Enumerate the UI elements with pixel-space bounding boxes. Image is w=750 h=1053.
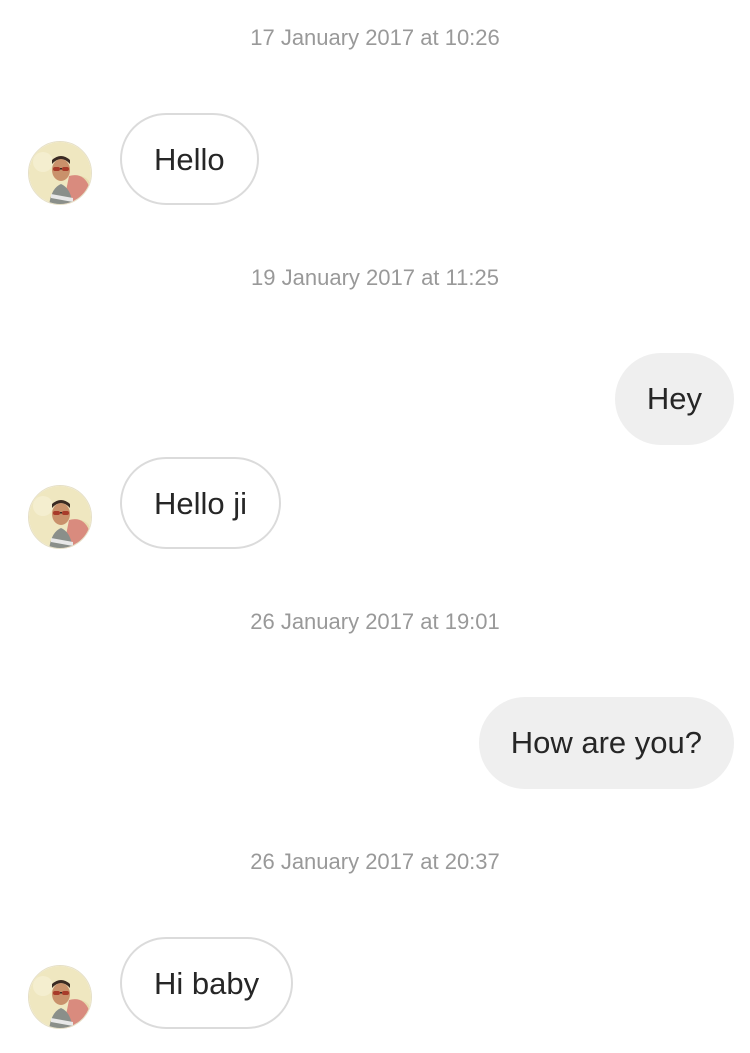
- message-row-incoming: Hello: [0, 113, 750, 205]
- avatar-photo-icon: [29, 486, 91, 548]
- message-thread[interactable]: 17 January 2017 at 10:26 Hello 19 Januar…: [0, 0, 750, 1053]
- message-row-incoming: Hello ji: [0, 457, 750, 549]
- sender-avatar[interactable]: [28, 965, 92, 1029]
- timestamp: 26 January 2017 at 19:01: [250, 609, 500, 634]
- message-bubble[interactable]: Hi baby: [120, 937, 294, 1029]
- sender-avatar[interactable]: [28, 485, 92, 549]
- avatar-photo-icon: [29, 142, 91, 204]
- message-bubble[interactable]: Hey: [614, 353, 734, 445]
- message-row-incoming: Hi baby: [0, 937, 750, 1029]
- message-row-outgoing: Hey: [0, 353, 750, 445]
- timestamp: 19 January 2017 at 11:25: [251, 265, 499, 290]
- message-row-outgoing: How are you?: [0, 697, 750, 789]
- avatar-photo-icon: [29, 966, 91, 1028]
- message-bubble[interactable]: Hello ji: [120, 457, 282, 549]
- message-bubble[interactable]: How are you?: [478, 697, 734, 789]
- message-bubble[interactable]: Hello: [120, 113, 259, 205]
- sender-avatar[interactable]: [28, 141, 92, 205]
- timestamp: 17 January 2017 at 10:26: [250, 25, 500, 50]
- timestamp: 26 January 2017 at 20:37: [250, 849, 500, 874]
